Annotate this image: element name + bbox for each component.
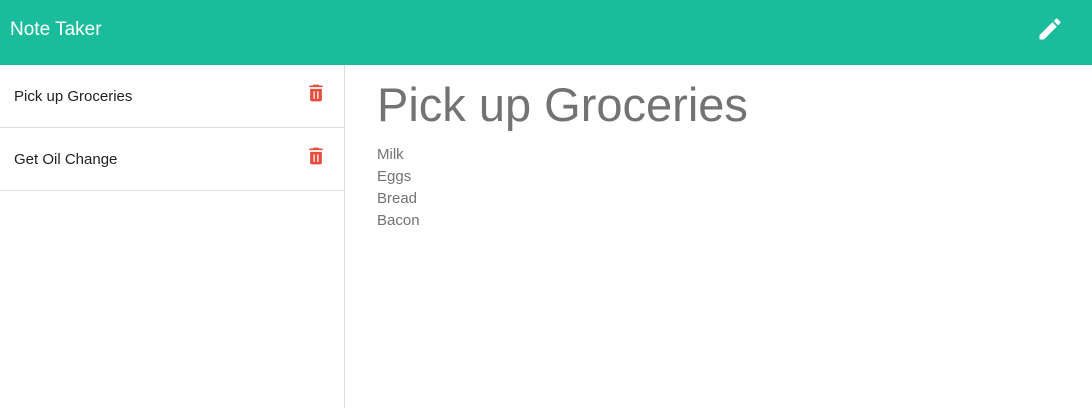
note-title-input[interactable]: Pick up Groceries [377,77,748,133]
trash-icon[interactable] [306,146,326,166]
list-item[interactable]: Get Oil Change [0,128,344,191]
note-line: Bread [377,190,418,207]
note-line: Eggs [377,168,412,185]
list-item[interactable]: Pick up Groceries [0,65,344,128]
note-line: Milk [377,146,404,163]
note-title[interactable]: Pick up Groceries [14,87,132,107]
app-title[interactable]: Note Taker [10,18,102,42]
navbar: Note Taker [0,0,1092,65]
note-list: Pick up Groceries Get Oil Change [0,65,345,408]
note-editor: Pick up Groceries Milk Eggs Bread Bacon [377,65,1077,408]
note-body-textarea[interactable]: Milk Eggs Bread Bacon [377,144,1037,232]
note-title[interactable]: Get Oil Change [14,150,117,170]
pencil-icon[interactable] [1036,15,1064,43]
note-line: Bacon [377,212,420,229]
trash-icon[interactable] [306,83,326,103]
